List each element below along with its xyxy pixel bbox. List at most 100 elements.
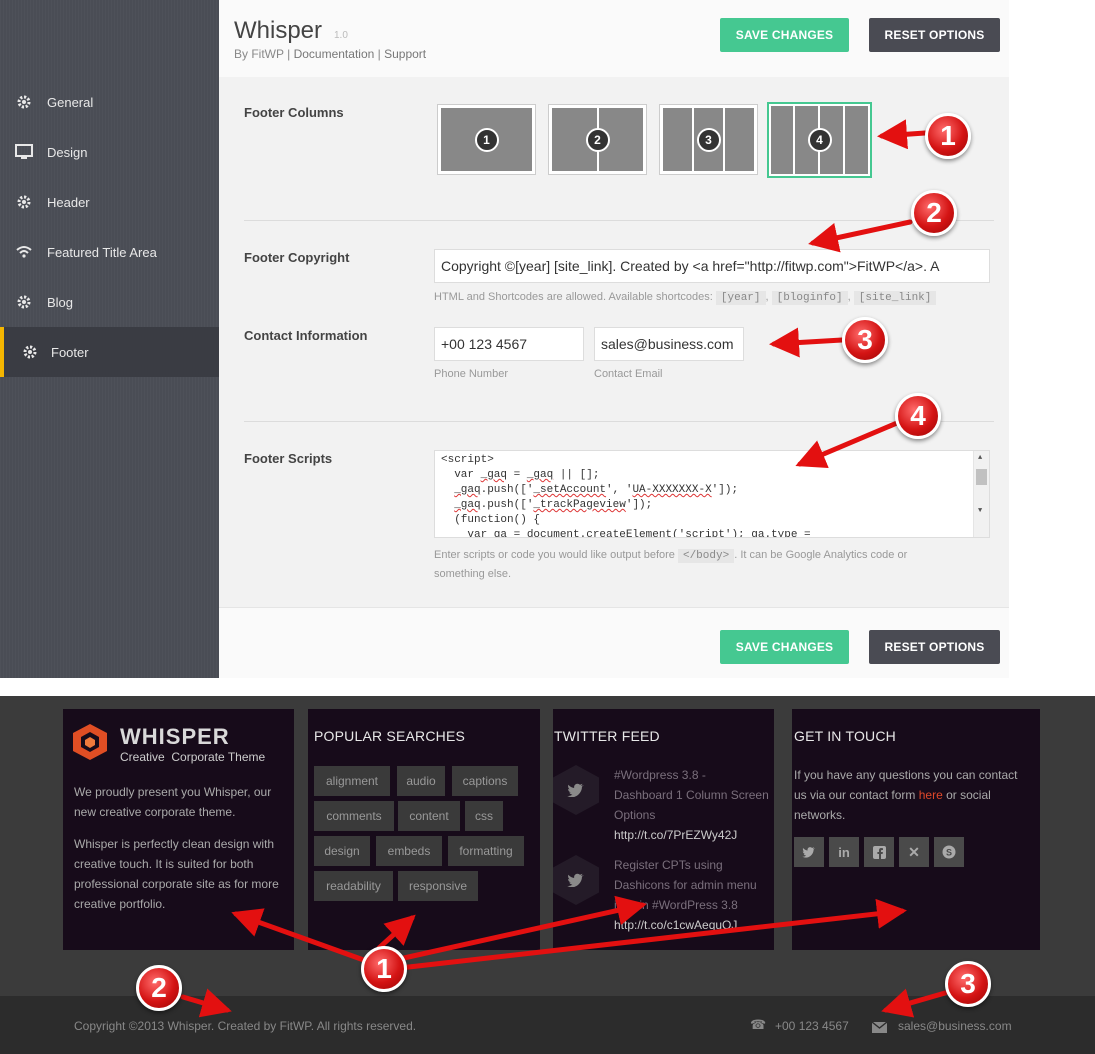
tweet-avatar — [553, 765, 599, 815]
brand-tagline: Creative Corporate Theme — [120, 750, 266, 764]
screenshot-canvas: General Design Header Featured Title Are… — [0, 0, 1095, 1054]
reset-options-button-bottom[interactable]: RESET OPTIONS — [869, 630, 1000, 664]
author-label: By FitWP — [234, 47, 284, 61]
sidebar-item-general[interactable]: General — [0, 77, 219, 127]
sidebar-item-label: Featured Title Area — [47, 244, 157, 260]
tag-link[interactable]: css — [465, 801, 503, 831]
column-option-3[interactable]: 3 — [659, 104, 758, 175]
svg-text:S: S — [946, 848, 952, 858]
tweet-avatar — [553, 855, 599, 905]
admin-sidebar: General Design Header Featured Title Are… — [0, 0, 219, 678]
phone-number-input[interactable]: +00 123 4567 — [434, 327, 584, 361]
column-option-4[interactable]: 4 — [767, 102, 872, 178]
documentation-link[interactable]: Documentation — [294, 47, 375, 61]
version-label: 1.0 — [334, 30, 348, 41]
scripts-hint: Enter scripts or code you would like out… — [434, 546, 974, 583]
scrollbar-thumb[interactable] — [976, 469, 987, 485]
code-line: var ga = document.createElement('script'… — [441, 529, 811, 538]
scroll-up-icon[interactable]: ▲ — [978, 454, 982, 462]
reset-options-button[interactable]: RESET OPTIONS — [869, 18, 1000, 52]
options-panel: Whisper 1.0 By FitWP | Documentation | S… — [219, 0, 1009, 678]
phone-number-label: Phone Number — [434, 368, 508, 380]
footer-copyright-input[interactable]: Copyright ©[year] [site_link]. Created b… — [434, 249, 990, 283]
contact-email-input[interactable]: sales@business.com — [594, 327, 744, 361]
twitter-icon — [802, 847, 816, 858]
footer-email[interactable]: sales@business.com — [898, 1019, 1012, 1033]
linkedin-social-button[interactable]: in — [829, 837, 859, 867]
sidebar-item-featured-title-area[interactable]: Featured Title Area — [0, 227, 219, 277]
scripts-hint-text-3: something else. — [434, 568, 512, 580]
twitter-icon — [567, 873, 584, 887]
phone-icon: ☎ — [750, 1017, 767, 1032]
facebook-social-button[interactable] — [864, 837, 894, 867]
sidebar-item-label: Footer — [51, 344, 89, 360]
xing-icon: ✕ — [908, 843, 920, 860]
column-separator — [692, 108, 694, 171]
column-separator — [793, 106, 795, 174]
contact-form-link[interactable]: here — [919, 788, 943, 802]
tag-link[interactable]: formatting — [448, 836, 524, 866]
tweet-link[interactable]: http://t.co/c1cwAequQJ — [614, 915, 757, 935]
code-line: _gaq.push(['_setAccount', 'UA-XXXXXXX-X'… — [454, 484, 739, 496]
facebook-icon — [872, 845, 886, 859]
widget-title: POPULAR SEARCHES — [314, 728, 466, 744]
tweet-text: Dashboard 1 Column Screen — [614, 788, 769, 802]
twitter-social-button[interactable] — [794, 837, 824, 867]
tag-link[interactable]: alignment — [314, 766, 390, 796]
column-option-1[interactable]: 1 — [437, 104, 536, 175]
sidebar-item-footer[interactable]: Footer — [0, 327, 219, 377]
column-count-badge: 2 — [585, 127, 610, 152]
gear-icon — [14, 292, 34, 312]
tag-link[interactable]: embeds — [376, 836, 442, 866]
tag-link[interactable]: comments — [314, 801, 394, 831]
sidebar-item-label: Design — [47, 144, 88, 160]
sidebar-item-blog[interactable]: Blog — [0, 277, 219, 327]
wifi-icon — [14, 242, 34, 262]
sidebar-item-header[interactable]: Header — [0, 177, 219, 227]
scroll-down-icon[interactable]: ▼ — [978, 507, 982, 515]
code-line: var _gaq = _gaq || []; — [441, 469, 600, 481]
support-link[interactable]: Support — [384, 47, 426, 61]
footer-copyright-text: Copyright ©2013 Whisper. Created by FitW… — [74, 1019, 417, 1033]
annotation-badge: 3 — [945, 961, 991, 1007]
annotation-badge: 1 — [361, 946, 407, 992]
save-changes-button[interactable]: SAVE CHANGES — [720, 18, 849, 52]
column-layout-preview: 1 — [441, 108, 532, 171]
tag-link[interactable]: design — [314, 836, 370, 866]
column-count-badge: 3 — [696, 127, 721, 152]
skype-social-button[interactable]: S — [934, 837, 964, 867]
textarea-scrollbar[interactable]: ▲ ▼ — [973, 451, 989, 537]
tag-link[interactable]: content — [398, 801, 460, 831]
tag-link[interactable]: readability — [314, 871, 393, 901]
annotation-badge: 3 — [842, 317, 888, 363]
tag-link[interactable]: captions — [452, 766, 518, 796]
gear-icon — [14, 192, 34, 212]
tag-link[interactable]: responsive — [398, 871, 478, 901]
about-text: We proudly present you Whisper, our new … — [74, 785, 272, 819]
xing-social-button[interactable]: ✕ — [899, 837, 929, 867]
about-text: Whisper is perfectly clean design with c… — [74, 837, 279, 911]
page-title: Whisper — [234, 17, 323, 44]
linkedin-icon: in — [838, 844, 850, 860]
scripts-hint-text-2: . It can be Google Analytics code or — [734, 549, 908, 561]
footer-phone: +00 123 4567 — [775, 1019, 849, 1033]
section-divider — [244, 220, 994, 221]
save-changes-button-bottom[interactable]: SAVE CHANGES — [720, 630, 849, 664]
footer-column-popular-searches: POPULAR SEARCHES alignment audio caption… — [308, 709, 540, 950]
annotation-badge: 4 — [895, 393, 941, 439]
footer-scripts-textarea[interactable]: <script> var _gaq = _gaq || []; _gaq.pus… — [434, 450, 990, 538]
panel-footer: SAVE CHANGES RESET OPTIONS — [219, 607, 1009, 678]
gear-icon — [14, 92, 34, 112]
tweet-link[interactable]: http://t.co/7PrEZWy42J — [614, 825, 769, 845]
contact-text: If you have any questions you can contac… — [794, 765, 1029, 825]
tweet-text: Register CPTs using — [614, 858, 723, 872]
tag-link[interactable]: audio — [397, 766, 445, 796]
column-option-2[interactable]: 2 — [548, 104, 647, 175]
whisper-logo-icon — [73, 724, 107, 760]
sidebar-item-design[interactable]: Design — [0, 127, 219, 177]
code-line: _gaq.push(['_trackPageview']); — [454, 499, 653, 511]
widget-title: TWITTER FEED — [554, 728, 660, 744]
column-count-badge: 1 — [474, 127, 499, 152]
footer-scripts-label: Footer Scripts — [244, 451, 333, 466]
annotation-badge: 1 — [925, 113, 971, 159]
